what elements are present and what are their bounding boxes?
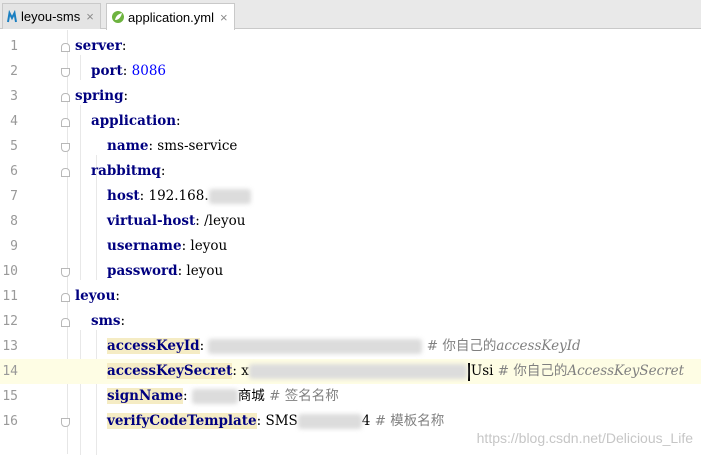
redacted-blur [208, 189, 251, 204]
yaml-key: spring [75, 88, 124, 104]
fold-end-icon[interactable] [61, 268, 70, 277]
close-icon[interactable]: × [86, 9, 94, 24]
code-line: 12 sms: [0, 309, 701, 334]
line-number: 11 [2, 289, 18, 304]
yaml-key: host [107, 188, 140, 204]
yaml-value: leyou [186, 263, 224, 279]
yaml-key: accessKeyId [107, 338, 200, 354]
code-line: 1 server: [0, 34, 701, 59]
line-number: 12 [2, 314, 18, 329]
line-number: 16 [2, 414, 18, 429]
line-number: 8 [10, 214, 18, 229]
code-line: 15 signName: 商城 # 签名名称 [0, 384, 701, 409]
fold-end-icon[interactable] [61, 418, 70, 427]
fold-end-icon[interactable] [61, 68, 70, 77]
code-line: 13 accessKeyId: # 你自己的accessKeyId [0, 334, 701, 359]
yaml-key: application [91, 113, 177, 129]
code-line: 7 host: 192.168. [0, 184, 701, 209]
line-number: 15 [2, 389, 18, 404]
yaml-value: /leyou [204, 213, 246, 229]
yaml-key: sms [91, 313, 121, 329]
line-number: 2 [10, 64, 18, 79]
code-line: 5 name: sms-service [0, 134, 701, 159]
comment: accessKeyId [496, 338, 581, 354]
yaml-value: SMS [265, 413, 298, 429]
yaml-key: rabbitmq [91, 163, 161, 179]
redacted-blur [191, 389, 238, 404]
close-icon[interactable]: × [220, 10, 228, 25]
watermark: https://blog.csdn.net/Delicious_Life [476, 430, 693, 446]
code-editor[interactable]: 1 server: 2 port: 8086 3 spring: 4 appli… [0, 30, 701, 455]
yaml-key: signName [107, 388, 183, 404]
fold-marker-icon[interactable] [61, 293, 70, 302]
yaml-key: password [107, 263, 178, 279]
line-number: 5 [10, 139, 18, 154]
code-line: 10 password: leyou [0, 259, 701, 284]
yaml-key: username [107, 238, 182, 254]
redacted-blur [208, 339, 423, 354]
yaml-value: 商城 [237, 388, 265, 404]
code-line: 6 rabbitmq: [0, 159, 701, 184]
fold-marker-icon[interactable] [61, 93, 70, 102]
line-number: 3 [10, 89, 18, 104]
comment: # 你自己的 [497, 363, 568, 379]
yaml-key: name [107, 138, 149, 154]
line-number: 14 [2, 364, 18, 379]
yaml-key: verifyCodeTemplate [107, 413, 257, 429]
tab-leyou-sms[interactable]: leyou-sms × [2, 3, 101, 29]
text-caret [467, 362, 470, 381]
yaml-key: port [91, 63, 123, 79]
line-number: 1 [10, 39, 18, 54]
code-line: 2 port: 8086 [0, 59, 701, 84]
yaml-key: accessKeySecret [107, 363, 233, 379]
line-number: 4 [10, 114, 18, 129]
code-line: 11 leyou: [0, 284, 701, 309]
comment: # 签名名称 [269, 388, 339, 404]
comment: # 模板名称 [374, 413, 445, 429]
line-number: 7 [10, 189, 18, 204]
code-line-current: 14 accessKeySecret: x Usi # 你自己的AccessKey… [0, 359, 701, 384]
redacted-blur [297, 414, 362, 429]
code-line: 3 spring: [0, 84, 701, 109]
redacted-blur [248, 364, 467, 379]
editor-tab-bar: leyou-sms × application.yml × [0, 0, 701, 30]
line-number: 13 [2, 339, 18, 354]
yaml-value: sms-service [157, 138, 238, 154]
line-number: 6 [10, 164, 18, 179]
code-line: 8 virtual-host: /leyou [0, 209, 701, 234]
yaml-value: x [241, 363, 249, 379]
comment: # 你自己的 [426, 338, 497, 354]
fold-marker-icon[interactable] [61, 118, 70, 127]
code-line: 9 username: leyou [0, 234, 701, 259]
yaml-key: server [75, 38, 122, 54]
fold-end-icon[interactable] [61, 143, 70, 152]
fold-marker-icon[interactable] [61, 318, 70, 327]
module-m-icon [7, 9, 19, 24]
fold-marker-icon[interactable] [61, 168, 70, 177]
yaml-key: leyou [75, 288, 116, 304]
yaml-value: 192.168. [148, 188, 209, 204]
line-number: 9 [10, 239, 18, 254]
yaml-key: virtual-host [107, 213, 196, 229]
yaml-value: 8086 [131, 63, 166, 79]
fold-marker-icon[interactable] [61, 43, 70, 52]
yaml-value: Usi [470, 363, 494, 379]
tab-label: application.yml [128, 9, 214, 25]
yaml-value: leyou [190, 238, 228, 254]
tab-application-yml[interactable]: application.yml × [106, 3, 235, 30]
comment: AccessKeySecret [567, 363, 685, 379]
yml-leaf-icon [111, 10, 125, 24]
tab-label: leyou-sms [21, 9, 81, 24]
line-number: 10 [2, 264, 18, 279]
code-line: 4 application: [0, 109, 701, 134]
yaml-value: 4 [361, 413, 371, 429]
